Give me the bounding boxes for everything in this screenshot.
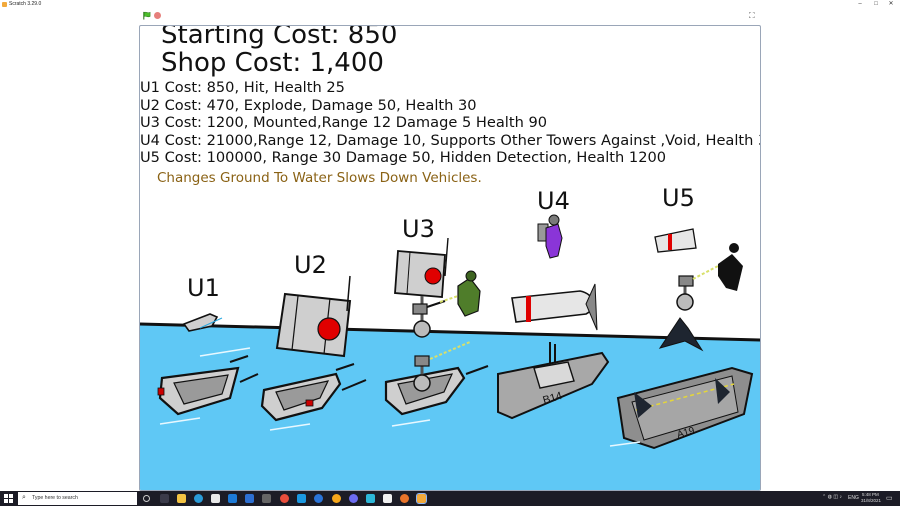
upgrade-list: U1 Cost: 850, Hit, Health 25 U2 Cost: 47… bbox=[140, 79, 761, 167]
scratch-app-icon bbox=[2, 2, 7, 7]
u5-dark-trooper bbox=[718, 243, 743, 291]
label-u4: U4 bbox=[537, 187, 570, 215]
starting-cost: Starting Cost: 850 bbox=[161, 25, 398, 50]
app-icon-7[interactable] bbox=[262, 494, 271, 503]
app-icon-15[interactable] bbox=[400, 494, 409, 503]
upgrade-line-u4: U4 Cost: 21000,Range 12, Damage 10, Supp… bbox=[140, 131, 761, 149]
mail-icon[interactable] bbox=[228, 494, 237, 503]
u5-turret bbox=[676, 265, 719, 311]
scratch-taskbar-icon[interactable] bbox=[416, 493, 427, 504]
window-titlebar: Scratch 3.29.0 – □ ✕ bbox=[0, 0, 900, 9]
u5-drone bbox=[654, 228, 697, 253]
stop-icon[interactable] bbox=[154, 12, 161, 19]
shop-cost: Shop Cost: 1,400 bbox=[161, 48, 384, 78]
taskbar: ⌕ Type here to search ⌃ ◍ ◫ ♪ ENG 5:48 P… bbox=[0, 491, 900, 506]
task-view-icon[interactable] bbox=[160, 494, 169, 503]
taskbar-search[interactable]: ⌕ Type here to search bbox=[18, 492, 137, 505]
app-icon-12[interactable] bbox=[349, 494, 358, 503]
file-explorer-icon[interactable] bbox=[177, 494, 186, 503]
clock-time[interactable]: 5:48 PM bbox=[862, 492, 879, 497]
label-u2: U2 bbox=[294, 251, 327, 279]
fullscreen-icon[interactable]: ⛶ bbox=[749, 12, 757, 20]
maximize-button[interactable]: □ bbox=[868, 0, 884, 9]
u3-soldier bbox=[439, 270, 481, 317]
window-title: Scratch 3.29.0 bbox=[9, 1, 42, 7]
search-placeholder: Type here to search bbox=[32, 495, 78, 501]
app-icon-11[interactable] bbox=[332, 494, 341, 503]
u2-crate bbox=[275, 275, 352, 358]
label-u5: U5 bbox=[662, 184, 695, 212]
store-icon[interactable] bbox=[211, 494, 220, 503]
edge-icon[interactable] bbox=[194, 494, 203, 503]
notifications-icon[interactable]: ▭ bbox=[886, 494, 893, 502]
app-icon-10[interactable] bbox=[314, 494, 323, 503]
label-u1: U1 bbox=[187, 274, 220, 302]
tray-icons[interactable]: ⌃ ◍ ◫ ♪ bbox=[822, 494, 842, 500]
u3-crate bbox=[394, 237, 449, 298]
player-toolbar bbox=[0, 9, 900, 24]
u4-missile bbox=[511, 283, 598, 331]
windows-start-icon[interactable] bbox=[4, 494, 13, 503]
app-icon-9[interactable] bbox=[297, 494, 306, 503]
u4-trooper bbox=[537, 214, 563, 259]
stage[interactable]: B14 A19 Starting Cost: 850 Shop Cost: 1,… bbox=[139, 25, 761, 491]
search-icon: ⌕ bbox=[22, 494, 26, 501]
upgrade-line-u3: U3 Cost: 1200, Mounted,Range 12 Damage 5… bbox=[140, 114, 548, 131]
upgrade-line-u1: U1 Cost: 850, Hit, Health 25 bbox=[140, 79, 345, 96]
app-icon-6[interactable] bbox=[245, 494, 254, 503]
upgrade-line-u2: U2 Cost: 470, Explode, Damage 50, Health… bbox=[140, 96, 477, 114]
minimize-button[interactable]: – bbox=[852, 0, 868, 9]
clock-date[interactable]: 31/8/2021 bbox=[861, 498, 881, 503]
chrome-icon[interactable] bbox=[280, 494, 289, 503]
cortana-icon[interactable] bbox=[143, 495, 150, 502]
upgrade-line-u5: U5 Cost: 100000, Range 30 Damage 50, Hid… bbox=[140, 149, 667, 166]
app-icon-13[interactable] bbox=[366, 494, 375, 503]
ability-note: Changes Ground To Water Slows Down Vehic… bbox=[157, 170, 482, 186]
language-indicator[interactable]: ENG bbox=[848, 495, 859, 501]
app-icon-14[interactable] bbox=[383, 494, 392, 503]
green-flag-icon[interactable] bbox=[142, 11, 151, 20]
close-button[interactable]: ✕ bbox=[883, 0, 899, 9]
label-u3: U3 bbox=[402, 215, 435, 243]
